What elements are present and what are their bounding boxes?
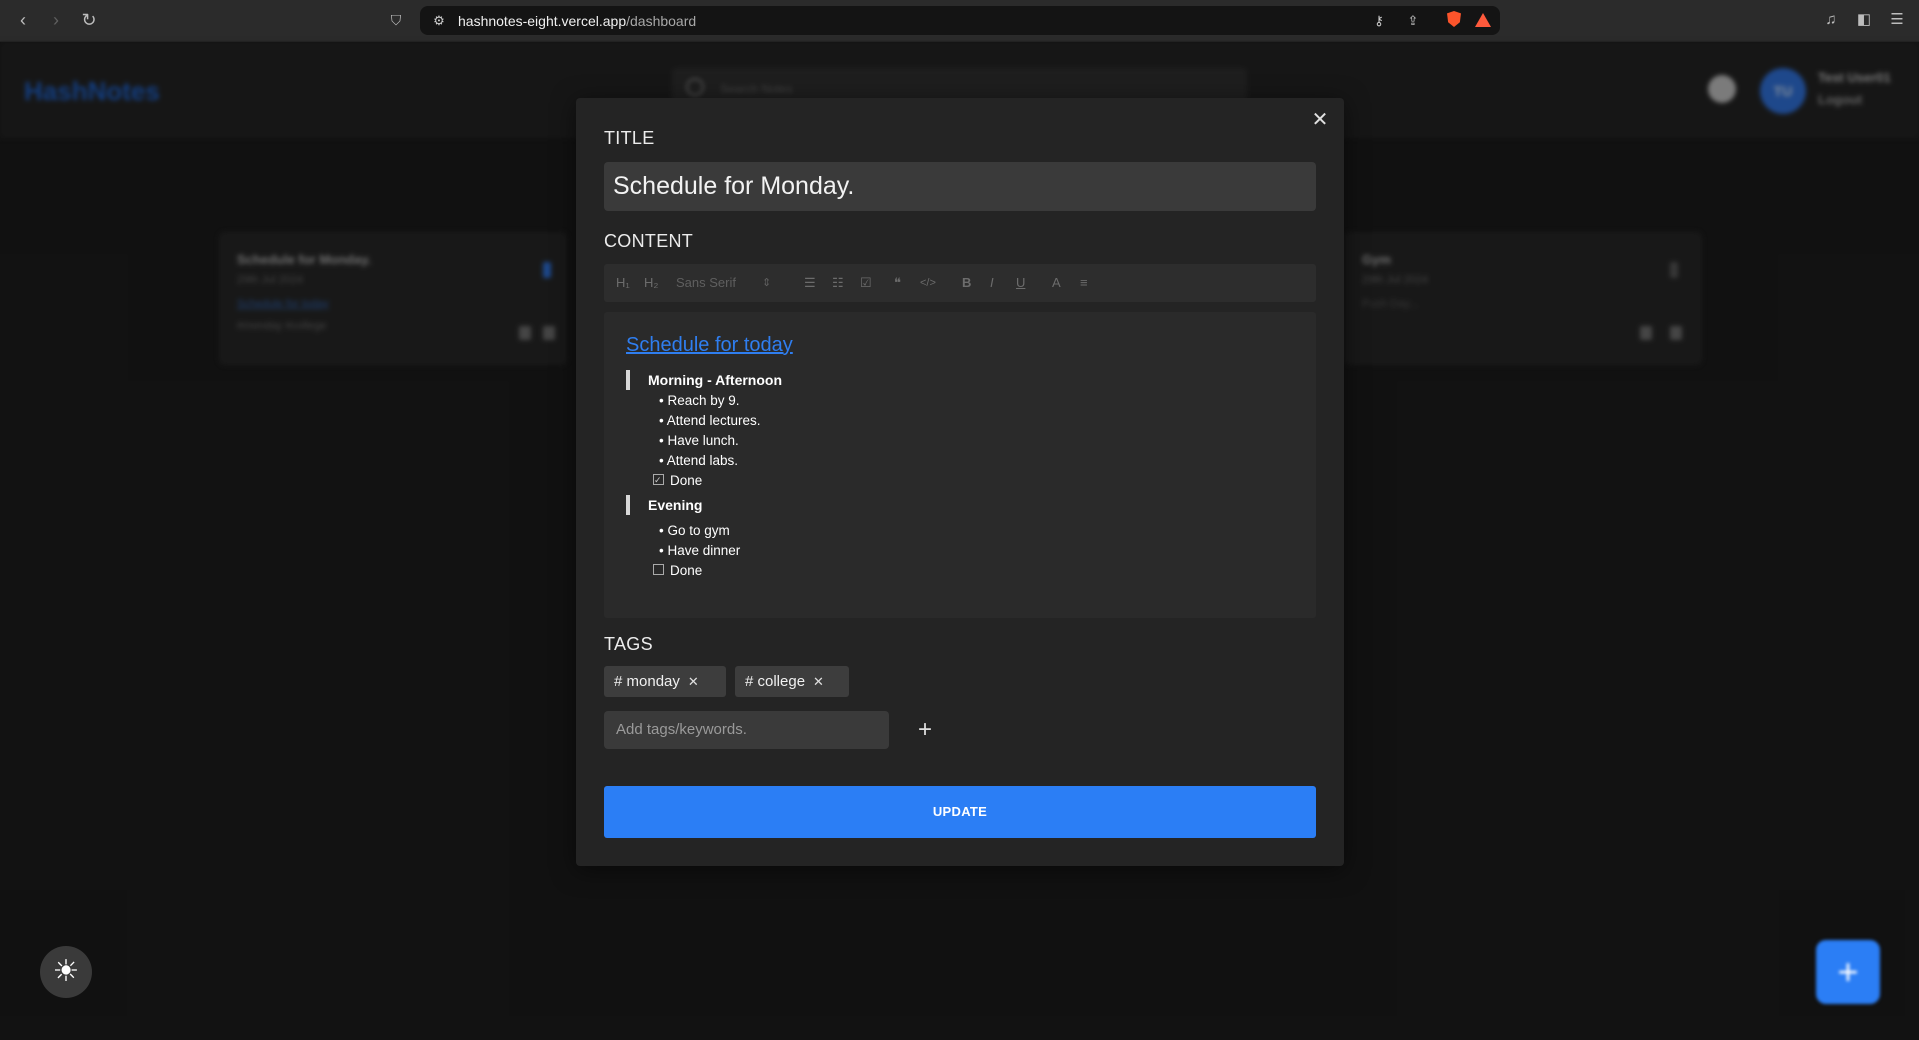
bullet-list-icon[interactable]: ☷ <box>832 273 844 293</box>
tag-chip: # monday ✕ <box>604 666 726 697</box>
media-icon[interactable]: ♫ <box>1820 9 1842 31</box>
italic-button[interactable]: I <box>990 273 994 293</box>
reload-icon[interactable]: ↻ <box>78 9 100 31</box>
add-note-button[interactable]: + <box>1816 940 1880 1004</box>
remove-tag-icon[interactable]: ✕ <box>688 674 699 689</box>
underline-button[interactable]: U <box>1016 273 1025 293</box>
site-info-icon[interactable]: ⚙ <box>430 12 448 30</box>
add-tag-plus-icon[interactable]: + <box>913 718 937 742</box>
unchecked-checkbox-icon[interactable] <box>653 564 664 575</box>
code-icon[interactable]: </> <box>920 273 936 293</box>
brave-rewards-icon[interactable] <box>1475 13 1491 27</box>
tags-label: TAGS <box>604 634 653 654</box>
quote-icon[interactable]: ❝ <box>894 273 901 293</box>
browser-toolbar: ‹ › ↻ ⛉ ⚙ hashnotes-eight.vercel.app/das… <box>0 0 1919 42</box>
title-label: TITLE <box>604 128 655 148</box>
blockquote-evening: Evening <box>626 495 702 515</box>
edit-note-modal: ✕ TITLE Schedule for Monday. CONTENT H₁ … <box>576 98 1344 866</box>
title-input[interactable]: Schedule for Monday. <box>604 162 1316 211</box>
checked-checkbox-icon[interactable] <box>653 471 664 489</box>
checklist-label: Done <box>670 563 703 578</box>
list-item: • Attend lectures. <box>659 413 761 428</box>
text-color-icon[interactable]: A <box>1052 273 1061 293</box>
sidebar-icon[interactable]: ◧ <box>1853 9 1875 31</box>
back-icon[interactable]: ‹ <box>12 9 34 31</box>
font-select[interactable]: Sans Serif <box>676 273 736 293</box>
editor-toolbar: H₁ H₂ Sans Serif ⇕ ☰ ☷ ☑ ❝ </> B I U A ≡ <box>604 264 1316 302</box>
url-host: hashnotes-eight.vercel.app <box>458 13 627 29</box>
checklist-item[interactable]: Done <box>653 562 702 580</box>
font-select-arrow-icon[interactable]: ⇕ <box>762 273 771 293</box>
checklist-label: Done <box>670 473 703 488</box>
content-heading-link[interactable]: Schedule for today <box>626 334 793 357</box>
url-path: /dashboard <box>626 13 697 29</box>
list-item: • Have lunch. <box>659 433 739 448</box>
theme-toggle-sun-icon[interactable]: ☀ <box>40 946 92 998</box>
tag-input[interactable]: Add tags/keywords. <box>604 711 889 749</box>
key-icon[interactable]: ⚷ <box>1370 12 1388 30</box>
menu-icon[interactable]: ☰ <box>1886 9 1908 31</box>
checklist-item[interactable]: Done <box>653 471 703 490</box>
share-icon[interactable]: ⇪ <box>1404 12 1422 30</box>
list-item: • Have dinner <box>659 543 741 558</box>
list-item: • Reach by 9. <box>659 393 740 408</box>
list-item: • Attend labs. <box>659 453 739 468</box>
content-label: CONTENT <box>604 231 694 251</box>
align-icon[interactable]: ≡ <box>1080 273 1088 293</box>
heading2-button[interactable]: H₂ <box>644 273 658 293</box>
content-editor[interactable]: Schedule for today Morning - Afternoon •… <box>604 312 1316 618</box>
tag-label: # college <box>745 673 806 690</box>
bookmark-icon[interactable]: ⛉ <box>385 9 407 31</box>
update-button[interactable]: UPDATE <box>604 786 1316 838</box>
remove-tag-icon[interactable]: ✕ <box>813 674 824 689</box>
url-text[interactable]: hashnotes-eight.vercel.app/dashboard <box>458 13 696 29</box>
check-list-icon[interactable]: ☑ <box>860 273 872 293</box>
address-bar[interactable]: ⚙ hashnotes-eight.vercel.app/dashboard ⚷… <box>420 6 1500 35</box>
tag-label: # monday <box>614 673 680 690</box>
close-icon[interactable]: ✕ <box>1310 110 1330 130</box>
bold-button[interactable]: B <box>962 273 971 293</box>
brave-shield-icon[interactable] <box>1447 11 1461 27</box>
forward-icon[interactable]: › <box>45 9 67 31</box>
ordered-list-icon[interactable]: ☰ <box>804 273 816 293</box>
list-item: • Go to gym <box>659 523 730 538</box>
tag-chip: # college ✕ <box>735 666 849 697</box>
heading1-button[interactable]: H₁ <box>616 273 630 293</box>
blockquote-morning: Morning - Afternoon <box>626 370 782 390</box>
